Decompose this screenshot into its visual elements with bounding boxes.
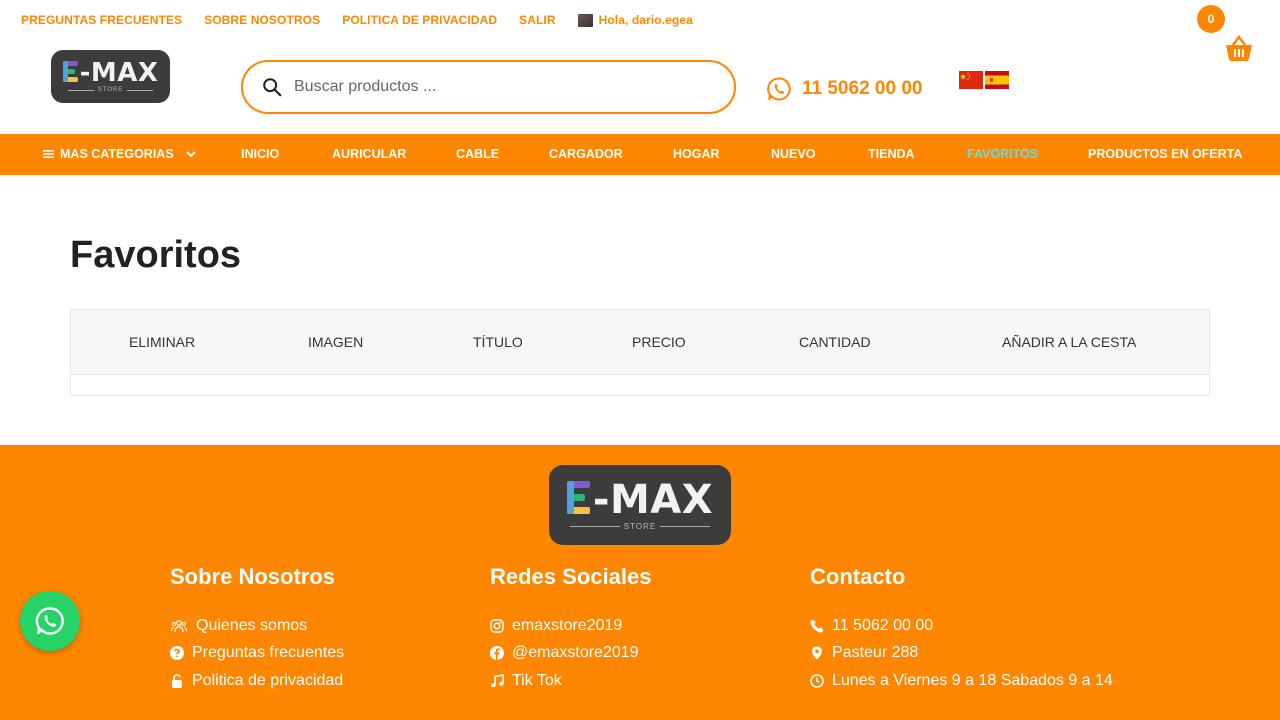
footer-link-quienes-somos[interactable]: Quienes somos xyxy=(170,612,344,640)
footer-col-contact: Contacto 11 5062 00 00 Pasteur 288 Lunes… xyxy=(810,564,1113,695)
nav-cable[interactable]: CABLE xyxy=(456,147,499,161)
col-precio: PRECIO xyxy=(632,334,686,350)
location-icon xyxy=(812,646,822,660)
greeting-text: Hola, dario.egea xyxy=(598,13,693,27)
question-icon xyxy=(170,646,184,661)
nav-categories-label: MAS CATEGORIAS xyxy=(60,147,174,161)
top-bar: PREGUNTAS FRECUENTES SOBRE NOSOTROS POLI… xyxy=(0,0,1280,61)
search-icon[interactable] xyxy=(261,76,283,98)
link-preguntas-frecuentes[interactable]: PREGUNTAS FRECUENTES xyxy=(21,13,182,27)
cart-count-badge[interactable]: 0 xyxy=(1197,5,1225,33)
col-eliminar: ELIMINAR xyxy=(129,334,196,350)
spain-flag-icon[interactable] xyxy=(985,71,1009,89)
col-anadir-cesta: AÑADIR A LA CESTA xyxy=(1002,334,1137,350)
nav-inicio[interactable]: INICIO xyxy=(241,147,279,161)
whatsapp-icon xyxy=(767,77,791,101)
footer-col-social: Redes Sociales emaxstore2019 @emaxstore2… xyxy=(490,564,651,695)
chevron-down-icon xyxy=(185,151,196,158)
menu-icon xyxy=(43,150,54,158)
language-switcher xyxy=(959,71,1009,89)
whatsapp-icon xyxy=(35,607,64,635)
footer-link-tiktok[interactable]: Tik Tok xyxy=(490,667,651,695)
instagram-icon xyxy=(490,619,504,633)
nav-tienda[interactable]: TIENDA xyxy=(868,147,915,161)
footer-logo-e-mark xyxy=(566,480,593,515)
nav-hogar[interactable]: HOGAR xyxy=(673,147,720,161)
nav-auricular[interactable]: AURICULAR xyxy=(332,147,406,161)
footer-about-title: Sobre Nosotros xyxy=(170,564,336,589)
footer: -MAX STORE Sobre Nosotros Quienes somos … xyxy=(0,445,1280,720)
header-phone[interactable]: 11 5062 00 00 xyxy=(766,76,922,102)
footer-contact-address: Pasteur 288 xyxy=(810,640,1113,668)
lock-icon xyxy=(172,673,182,688)
phone-number: 11 5062 00 00 xyxy=(802,78,923,99)
user-greeting[interactable]: Hola, dario.egea xyxy=(577,13,693,27)
footer-link-privacidad[interactable]: Politica de privacidad xyxy=(170,667,344,695)
page-title: Favoritos xyxy=(70,234,242,276)
footer-contact-phone[interactable]: 11 5062 00 00 xyxy=(810,612,1113,640)
avatar xyxy=(577,13,593,27)
footer-logo-wordmark: -MAX xyxy=(566,480,713,520)
site-logo[interactable]: -MAX STORE xyxy=(51,50,170,103)
clock-icon xyxy=(810,673,824,688)
nav-favoritos[interactable]: FAVORITOS xyxy=(967,147,1038,161)
facebook-icon xyxy=(490,646,504,661)
phone-icon xyxy=(810,619,824,633)
footer-social-title: Redes Sociales xyxy=(490,564,652,589)
whatsapp-chat-button[interactable] xyxy=(20,591,80,651)
footer-logo-subtitle: STORE xyxy=(570,522,710,531)
main-nav: MAS CATEGORIAS INICIO AURICULAR CABLE CA… xyxy=(0,134,1280,175)
nav-nuevo[interactable]: NUEVO xyxy=(771,147,815,161)
col-titulo: TÍTULO xyxy=(473,334,523,350)
footer-link-instagram[interactable]: emaxstore2019 xyxy=(490,612,651,640)
top-links: PREGUNTAS FRECUENTES SOBRE NOSOTROS POLI… xyxy=(21,13,693,27)
people-icon xyxy=(171,619,187,632)
music-icon xyxy=(491,673,504,687)
search-input[interactable] xyxy=(294,78,694,96)
logo-e-mark xyxy=(62,61,80,83)
link-politica-privacidad[interactable]: POLITICA DE PRIVACIDAD xyxy=(342,13,497,27)
china-flag-icon[interactable] xyxy=(959,71,983,89)
search-bar xyxy=(241,60,736,114)
table-header: ELIMINAR IMAGEN TÍTULO PRECIO CANTIDAD A… xyxy=(71,310,1209,375)
footer-contact-title: Contacto xyxy=(810,564,906,589)
nav-productos-en-oferta[interactable]: PRODUCTOS EN OFERTA xyxy=(1088,147,1242,161)
link-sobre-nosotros[interactable]: SOBRE NOSOTROS xyxy=(204,13,320,27)
link-salir[interactable]: SALIR xyxy=(519,13,556,27)
footer-contact-hours: Lunes a Viernes 9 a 18 Sabados 9 a 14 xyxy=(810,667,1113,695)
col-cantidad: CANTIDAD xyxy=(799,334,871,350)
cart-icon[interactable] xyxy=(1224,34,1254,62)
footer-logo[interactable]: -MAX STORE xyxy=(549,465,731,545)
footer-link-facebook[interactable]: @emaxstore2019 xyxy=(490,640,651,668)
col-imagen: IMAGEN xyxy=(308,334,364,350)
footer-col-about: Sobre Nosotros Quienes somos Preguntas f… xyxy=(170,564,344,695)
logo-wordmark: -MAX xyxy=(62,60,159,86)
wishlist-table: ELIMINAR IMAGEN TÍTULO PRECIO CANTIDAD A… xyxy=(70,309,1210,396)
footer-link-preguntas[interactable]: Preguntas frecuentes xyxy=(170,640,344,668)
nav-cargador[interactable]: CARGADOR xyxy=(549,147,623,161)
nav-more-categories[interactable]: MAS CATEGORIAS xyxy=(43,147,198,161)
